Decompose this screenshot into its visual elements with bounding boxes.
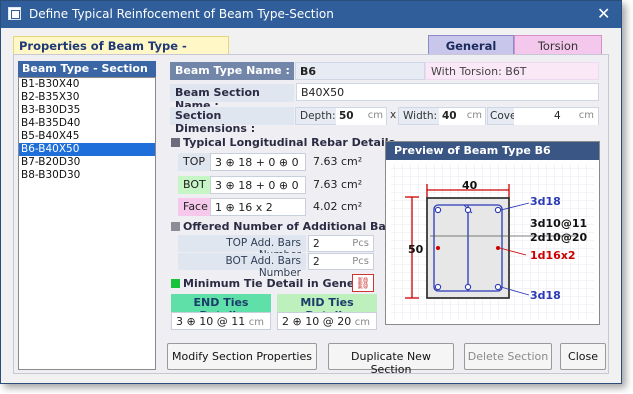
end-ties-label: END Ties Details xyxy=(171,294,271,322)
torsion-info: With Torsion: B6T xyxy=(425,62,599,80)
bot-bar-label: 3d18 xyxy=(530,289,561,302)
duplicate-section-button[interactable]: Duplicate New Section xyxy=(328,343,454,376)
beam-section-name-label: Beam Section Name : xyxy=(170,84,294,112)
properties-title: Properties of Beam Type - Section xyxy=(13,36,229,67)
width-group: Width: 40 cm xyxy=(398,107,486,125)
list-item[interactable]: B8-B30D30 xyxy=(19,169,155,182)
bot-add-bars-label: BOT Add. Bars Number xyxy=(178,253,306,279)
list-item[interactable]: B5-B40X45 xyxy=(19,130,155,143)
tab-torsion[interactable]: Torsion xyxy=(514,35,602,54)
mid-ties-input[interactable]: 2 ⊕ 10 @ 20 cm xyxy=(277,312,377,330)
section-dimensions-label: Section Dimensions : xyxy=(170,107,294,135)
top-rebar-label: TOP xyxy=(178,153,210,171)
list-item[interactable]: B1-B30X40 xyxy=(19,78,155,91)
close-button[interactable]: Close xyxy=(560,343,606,370)
tie-label-end: 3d10@11 xyxy=(530,217,588,230)
top-add-bars-input[interactable]: 2 Pcs xyxy=(308,235,374,252)
list-item[interactable]: B3-B30D35 xyxy=(19,104,155,117)
times-sign: x xyxy=(390,109,397,121)
list-header: Beam Type - Section xyxy=(18,61,156,77)
depth-dimension: 50 xyxy=(408,243,424,256)
top-rebar-area: 7.63 cm² xyxy=(313,155,363,168)
bot-rebar-label: BOT xyxy=(178,176,210,194)
bot-rebar-area: 7.63 cm² xyxy=(313,178,363,191)
top-bar-label: 3d18 xyxy=(530,195,561,208)
list-item-selected[interactable]: B6-B40X50 xyxy=(19,143,155,156)
window-title: Define Typical Reinfocement of Beam Type… xyxy=(29,7,334,21)
preview-title: Preview of Beam Type B6 xyxy=(386,142,599,160)
tie-label-mid: 2d10@20 xyxy=(530,231,588,244)
mid-ties-label: MID Ties Details xyxy=(277,294,377,322)
list-item[interactable]: B2-B35X30 xyxy=(19,91,155,104)
list-item[interactable]: B7-B20D30 xyxy=(19,156,155,169)
list-item[interactable]: B4-B35D40 xyxy=(19,117,155,130)
longitudinal-title: Typical Longitudinal Rebar Details xyxy=(183,136,396,149)
section-marker-icon xyxy=(171,279,180,288)
tab-general[interactable]: General xyxy=(428,35,514,54)
end-ties-input[interactable]: 3 ⊕ 10 @ 11 cm xyxy=(171,312,271,330)
additional-title: Offered Number of Additional Bars xyxy=(183,220,398,233)
depth-group: Depth: 50 cm xyxy=(295,107,387,125)
width-dimension: 40 xyxy=(462,179,478,192)
face-rebar-input[interactable]: 1 ⊕ 16 x 2 xyxy=(210,198,306,216)
beam-preview: Preview of Beam Type B6 40 50 3d18 3d10@… xyxy=(385,141,600,325)
width-input[interactable]: 40 cm xyxy=(439,108,485,125)
face-rebar-area: 4.02 cm² xyxy=(313,200,363,213)
beam-type-name-field[interactable]: B6 xyxy=(295,62,425,80)
link-icon[interactable]: ⛓ xyxy=(352,274,374,292)
modify-section-button[interactable]: Modify Section Properties xyxy=(167,343,317,370)
bot-add-bars-input[interactable]: 2 Pcs xyxy=(308,253,374,270)
title-bar: Define Typical Reinfocement of Beam Type… xyxy=(1,1,621,28)
beam-section-name-field[interactable]: B40X50 xyxy=(296,83,599,101)
face-bar-label: 1d16x2 xyxy=(530,249,576,262)
face-rebar-label: Face xyxy=(178,198,210,216)
top-rebar-input[interactable]: 3 ⊕ 18 + 0 ⊕ 0 xyxy=(210,153,306,171)
beam-type-name-label: Beam Type Name : xyxy=(170,62,294,80)
section-marker-icon xyxy=(171,138,180,147)
top-add-bars-label: TOP Add. Bars Number xyxy=(178,235,306,261)
section-marker-icon xyxy=(171,222,180,231)
depth-input[interactable]: 50 cm xyxy=(336,108,386,125)
bot-rebar-input[interactable]: 3 ⊕ 18 + 0 ⊕ 0 xyxy=(210,176,306,194)
close-window-icon[interactable]: ✕ xyxy=(597,4,610,23)
cover-input[interactable]: 4 cm xyxy=(514,108,598,125)
beam-type-list[interactable]: B1-B30X40 B2-B35X30 B3-B30D35 B4-B35D40 … xyxy=(18,77,156,370)
depth-label: Depth: xyxy=(300,110,336,122)
delete-section-button[interactable]: Delete Section xyxy=(464,343,552,370)
cover-group: Cover: 4 cm xyxy=(487,107,599,125)
app-icon xyxy=(8,7,21,20)
ties-title: Minimum Tie Detail in General xyxy=(183,277,371,290)
width-label: Width: xyxy=(403,110,438,122)
